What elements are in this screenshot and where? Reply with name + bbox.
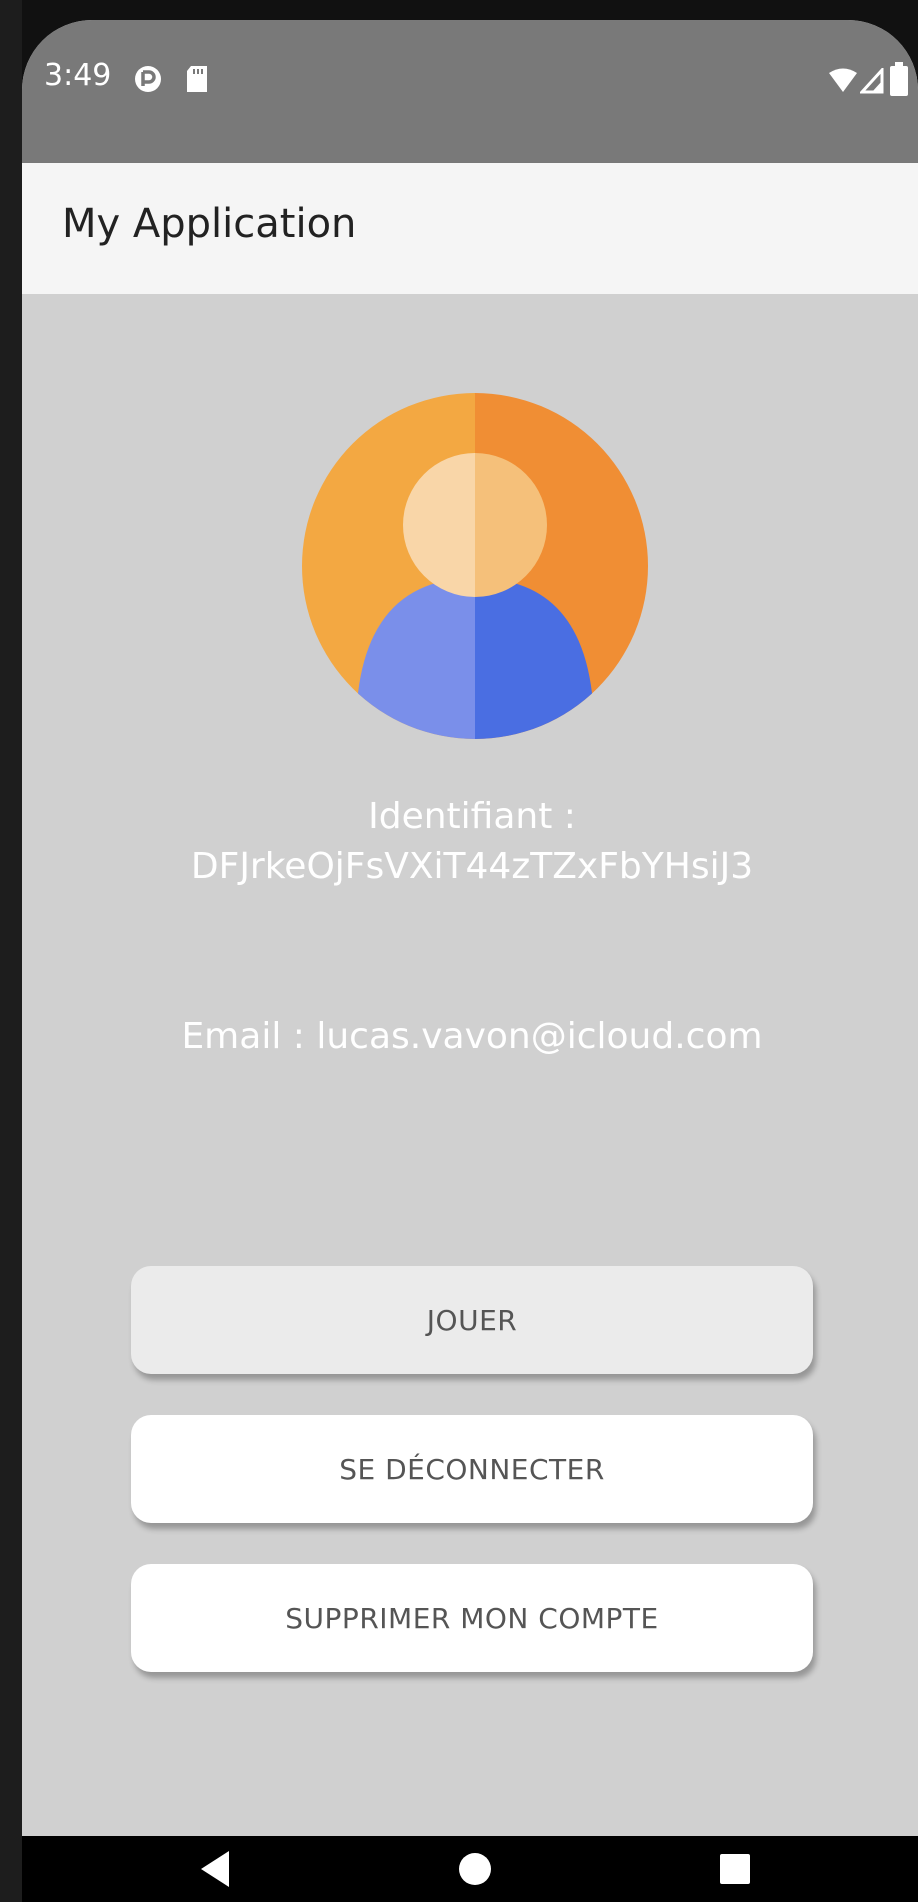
logout-button[interactable]: SE DÉCONNECTER [131,1415,813,1523]
profile-screen: Identifiant : DFJrkeOjFsVXiT44zTZxFbYHsi… [22,294,918,1836]
play-button[interactable]: JOUER [131,1266,813,1374]
user-avatar-icon [302,393,648,739]
home-icon[interactable] [450,1844,500,1894]
back-icon[interactable] [190,1844,240,1894]
navigation-bar [22,1836,918,1902]
wifi-icon [828,68,858,98]
app-title: My Application [62,201,357,247]
sd-card-icon [185,64,209,98]
identifier-value: DFJrkeOjFsVXiT44zTZxFbYHsiJ3 [190,846,754,887]
sync-icon [133,64,163,98]
app-bar: My Application [22,163,918,294]
battery-icon [890,62,908,100]
device-bezel [0,0,22,1902]
identifier-label: Identifiant : [368,796,576,837]
user-email: Email : lucas.vavon@icloud.com [22,1012,918,1062]
user-identifier: Identifiant : DFJrkeOjFsVXiT44zTZxFbYHsi… [22,792,918,892]
status-bar: 3:49 [22,20,918,163]
phone-screen: 3:49 My Application Identifiant: DFJrke… [22,20,918,1902]
email-value: lucas.vavon@icloud.com [316,1016,763,1057]
delete-account-button[interactable]: SUPPRIMER MON COMPTE [131,1564,813,1672]
email-label: Email : [181,1016,305,1057]
recents-icon[interactable] [710,1844,760,1894]
status-time: 3:49 [44,58,112,93]
signal-icon [858,66,884,98]
